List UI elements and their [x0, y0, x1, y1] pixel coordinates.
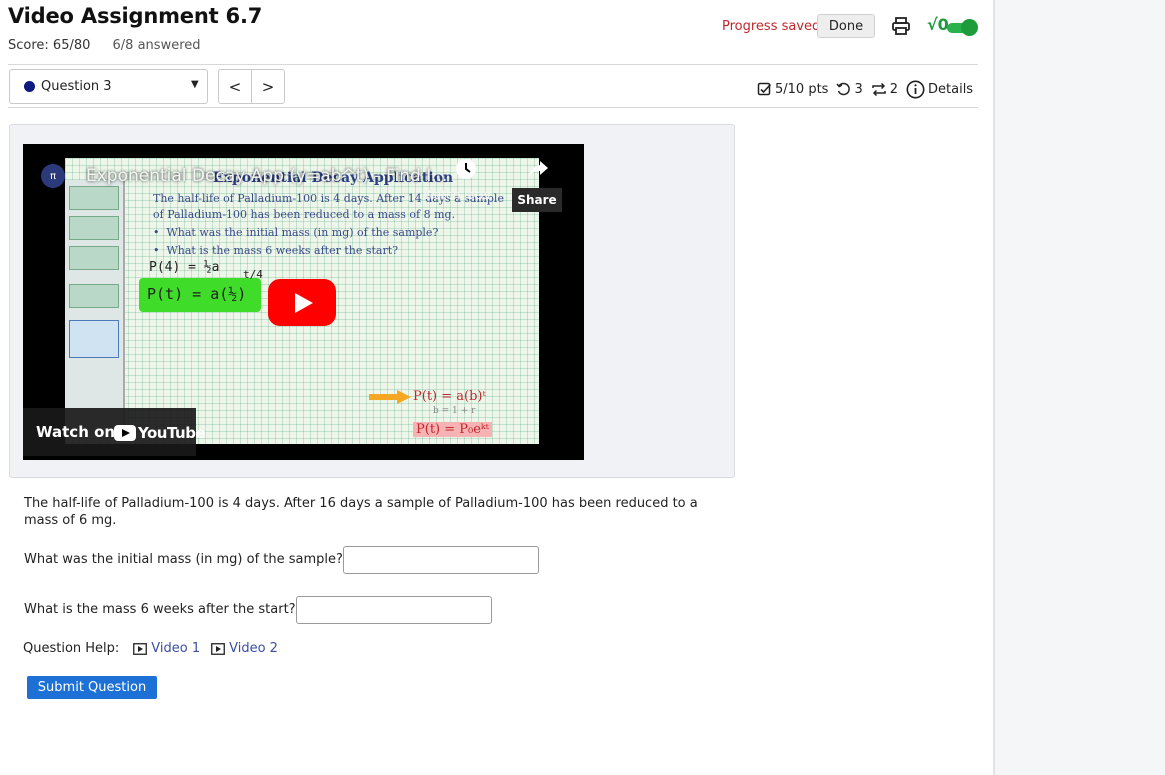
slide-thumb: [69, 284, 119, 308]
formula-exponential: P(t) = a(b)ᵗ: [413, 389, 486, 404]
question-dropdown-label: Question 3: [41, 79, 112, 94]
play-button[interactable]: [268, 279, 336, 326]
board-bullet2: • What is the mass 6 weeks after the sta…: [153, 244, 399, 257]
slide-thumb: [69, 216, 119, 240]
mass-6-weeks-input[interactable]: [296, 596, 492, 624]
handwritten-eq1: P(4) = ½a: [149, 260, 220, 275]
video-play-icon: [133, 642, 148, 655]
watch-on-youtube-button[interactable]: Watch on YouTube: [23, 408, 206, 456]
question-text: The half-life of Palladium-100 is 4 days…: [24, 496, 698, 528]
question-meta: 5/10 pts 3 2 Details: [757, 79, 981, 99]
board-line2: of Palladium-100 has been reduced to a m…: [153, 208, 456, 221]
slide-thumb: [69, 320, 119, 358]
score-line: Score: 65/80 6/8 answered: [8, 38, 201, 53]
handwritten-exponent: t/4: [243, 268, 263, 281]
watch-later-label: Watch later: [423, 188, 492, 202]
score-text: Score: 65/80: [8, 38, 91, 53]
board-bullet1: • What was the initial mass (in mg) of t…: [153, 226, 439, 239]
retries-item: 3: [836, 81, 863, 97]
slide-thumbnails: [65, 180, 125, 436]
formula-continuous: P(t) = P₀eᵏᵗ: [413, 422, 492, 437]
answered-count: 6/8 answered: [112, 38, 201, 53]
handwritten-eq2: P(t) = a(½): [147, 285, 247, 303]
video-play-icon: [211, 642, 226, 655]
prompt-mass-6-weeks: What is the mass 6 weeks after the start…: [24, 602, 296, 617]
submit-question-button[interactable]: Submit Question: [27, 676, 157, 699]
question-status-dot: [24, 81, 35, 92]
checkbox-icon: [757, 82, 772, 95]
share-label: Share: [512, 188, 562, 212]
assignment-page: Video Assignment 6.7 Score: 65/80 6/8 an…: [0, 0, 995, 775]
help-video2-label: Video 2: [229, 641, 278, 656]
details-button[interactable]: Details: [906, 80, 973, 99]
attempts-icon: [871, 82, 886, 96]
points-item: 5/10 pts: [757, 82, 828, 97]
attempts-count: 2: [889, 81, 899, 97]
slide-thumb: [69, 246, 119, 270]
board-bullet2-text: What is the mass 6 weeks after the start…: [166, 244, 399, 257]
attempts-item: 2: [871, 82, 898, 97]
points-text: 5/10 pts: [775, 81, 829, 97]
next-question-button[interactable]: >: [251, 69, 285, 104]
youtube-embed[interactable]: Exponential Decay Application π Exponent…: [23, 144, 584, 460]
share-arrow-icon: [529, 161, 548, 177]
video-title[interactable]: Exponential Decay App (y=ab^t) - Find I.…: [86, 166, 447, 186]
previous-question-button[interactable]: <: [218, 69, 252, 104]
question-help-label: Question Help:: [23, 641, 120, 656]
help-video1-label: Video 1: [151, 641, 201, 656]
printer-icon[interactable]: [891, 16, 911, 36]
initial-mass-input[interactable]: [343, 546, 539, 574]
page-title: Video Assignment 6.7: [8, 4, 263, 28]
channel-avatar[interactable]: π: [41, 164, 65, 188]
done-button[interactable]: Done: [817, 14, 875, 38]
details-label: Details: [928, 81, 974, 97]
prompt-initial-mass: What was the initial mass (in mg) of the…: [24, 552, 343, 567]
info-icon: [906, 80, 925, 98]
watch-later-button[interactable]: [455, 158, 477, 180]
sqrt-icon: √0: [927, 15, 949, 34]
youtube-wordmark: YouTube: [138, 424, 206, 442]
orange-arrow-icon: [369, 390, 411, 404]
chevron-down-icon: ▼: [191, 79, 199, 90]
header-divider: [8, 64, 978, 65]
math-entry-toggle[interactable]: √0: [927, 15, 979, 39]
progress-status: Progress saved: [722, 19, 821, 34]
retries-count: 3: [854, 81, 863, 97]
formula-note: b = 1 + r: [433, 406, 476, 416]
clock-icon: [456, 159, 476, 179]
youtube-play-icon: [114, 425, 136, 441]
share-button[interactable]: [513, 158, 563, 184]
board-bullet1-text: What was the initial mass (in mg) of the…: [166, 226, 439, 239]
help-video2-link[interactable]: Video 2: [211, 641, 278, 656]
question-help: Question Help: Video 1 Video 2: [23, 641, 278, 656]
watch-on-label: Watch on: [36, 423, 116, 441]
nav-divider: [8, 107, 978, 108]
retry-icon: [836, 82, 851, 95]
question-dropdown[interactable]: Question 3 ▼: [9, 69, 208, 104]
toggle-knob: [961, 19, 978, 36]
help-video1-link[interactable]: Video 1: [133, 641, 200, 656]
slide-thumb: [69, 186, 119, 210]
youtube-logo: YouTube: [114, 424, 206, 442]
